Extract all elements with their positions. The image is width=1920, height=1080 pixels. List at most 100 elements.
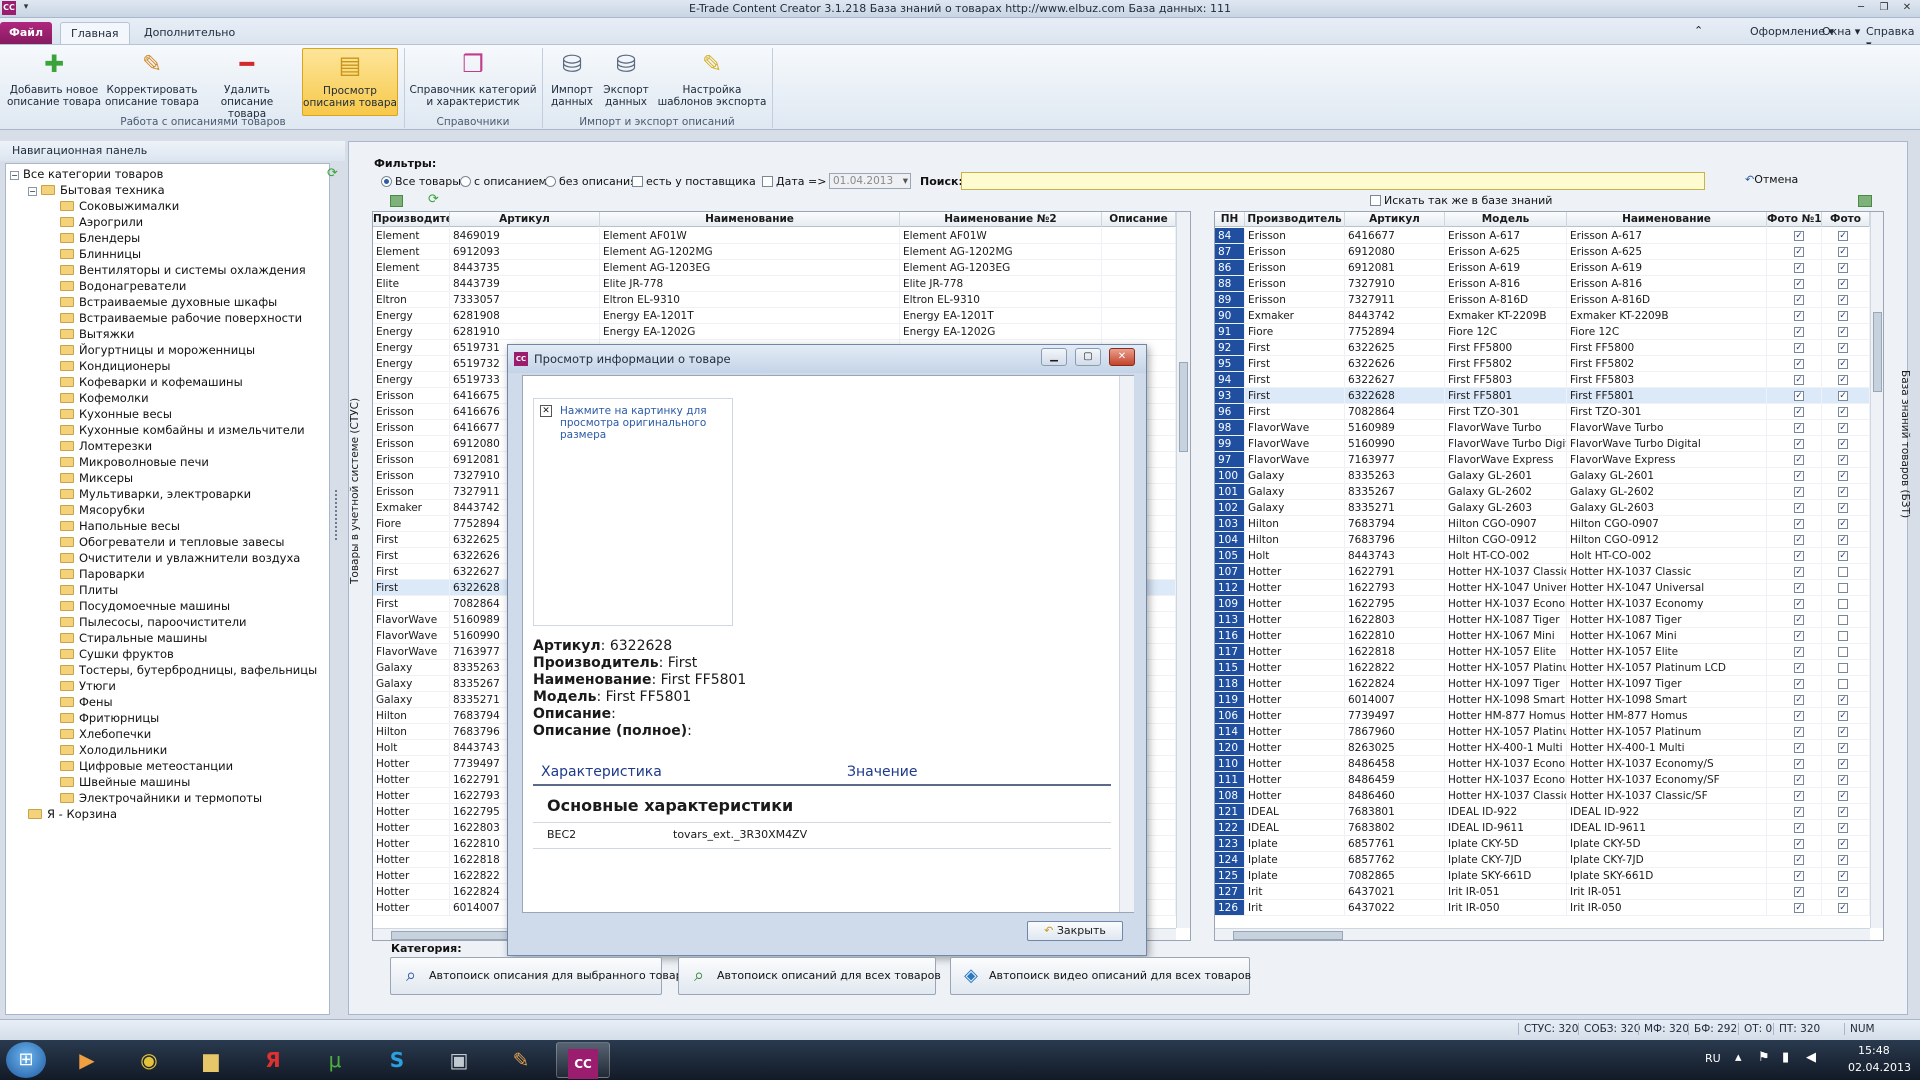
photo-checkbox[interactable]: ✓ — [1794, 231, 1804, 241]
table-row[interactable]: 96 First 7082864 First TZO-301 First TZO-301… — [1215, 404, 1870, 420]
table-row[interactable]: 86 Erisson 6912081 Erisson A-619 Erisson A-6… — [1215, 260, 1870, 276]
tree-category-item[interactable]: Обогреватели и тепловые завесы — [60, 534, 285, 550]
table-row[interactable]: 127 Irit 6437021 Irit IR-051 Irit IR-051 ✓ ✓ — [1215, 884, 1870, 900]
grid-refresh-icon[interactable]: ⟳ — [428, 192, 439, 207]
view-description-button[interactable]: ▤ Просмотр описания товара — [302, 48, 398, 116]
column-header[interactable]: Артикул — [450, 212, 600, 227]
tree-category-item[interactable]: Мультиварки, электроварки — [60, 486, 251, 502]
column-header[interactable]: Артикул — [1345, 212, 1445, 227]
column-header[interactable]: Производитель — [1245, 212, 1345, 227]
product-image[interactable]: ✕ Нажмите на картинку для просмотра ориг… — [533, 398, 733, 626]
restore-icon[interactable]: ❐ — [1873, 1, 1895, 15]
photo-checkbox[interactable]: ✓ — [1838, 503, 1848, 513]
table-row[interactable]: 109Hotter1622795Hotter HX-1037 EconomyHo… — [1215, 596, 1870, 612]
photo-checkbox[interactable] — [1838, 615, 1848, 625]
photo-checkbox[interactable]: ✓ — [1838, 775, 1848, 785]
image-hint-link[interactable]: Нажмите на картинку для просмотра оригин… — [560, 405, 725, 441]
kb-search-checkbox[interactable]: Искать так же в базе знаний — [1370, 194, 1552, 207]
tree-category-item[interactable]: Ломтерезки — [60, 438, 152, 454]
etrade-content-creator-icon[interactable]: CC — [556, 1042, 610, 1079]
tree-category-item[interactable]: Вытяжки — [60, 326, 134, 342]
table-row[interactable]: Element 6912093 Element AG-1202MG Element A… — [373, 244, 1176, 260]
photo-checkbox[interactable]: ✓ — [1794, 407, 1804, 417]
tree-category-item[interactable]: Цифровые метеостанции — [60, 758, 233, 774]
tree-category-item[interactable]: Водонагреватели — [60, 278, 186, 294]
skype-icon[interactable]: S — [370, 1042, 424, 1078]
photo-checkbox[interactable]: ✓ — [1794, 375, 1804, 385]
help-circle-icon[interactable]: ⌃ — [1694, 24, 1703, 37]
table-row[interactable]: 110Hotter8486458Hotter HX-1037 EconomyHo… — [1215, 756, 1870, 772]
column-header[interactable]: Производите — [373, 212, 450, 227]
photo-checkbox[interactable]: ✓ — [1794, 679, 1804, 689]
column-header[interactable]: Фото №1 — [1767, 212, 1822, 227]
tree-root-all-categories[interactable]: − Все категории товаров — [10, 166, 163, 182]
photo-checkbox[interactable] — [1838, 647, 1848, 657]
tree-category-item[interactable]: Кухонные весы — [60, 406, 172, 422]
photo-checkbox[interactable]: ✓ — [1838, 471, 1848, 481]
photo-checkbox[interactable]: ✓ — [1838, 519, 1848, 529]
table-row[interactable]: 99 FlavorWave 5160990 FlavorWave Turbo Digi… — [1215, 436, 1870, 452]
photo-checkbox[interactable]: ✓ — [1838, 855, 1848, 865]
photo-checkbox[interactable] — [1838, 663, 1848, 673]
expander-icon[interactable]: − — [10, 171, 19, 180]
tree-category-item[interactable]: Миксеры — [60, 470, 133, 486]
table-row[interactable]: Elite 8443739 Elite JR-778 Elite JR-778 — [373, 276, 1176, 292]
column-header[interactable]: Наименование — [1567, 212, 1767, 227]
photo-checkbox[interactable]: ✓ — [1838, 711, 1848, 721]
photo-checkbox[interactable]: ✓ — [1838, 887, 1848, 897]
photo-checkbox[interactable]: ✓ — [1794, 711, 1804, 721]
photo-checkbox[interactable] — [1838, 631, 1848, 641]
tree-trash[interactable]: Я - Корзина — [28, 806, 117, 822]
menu-windows[interactable]: Окна ▾ — [1822, 25, 1860, 38]
photo-checkbox[interactable]: ✓ — [1794, 759, 1804, 769]
photo-checkbox[interactable]: ✓ — [1838, 407, 1848, 417]
tray-arrow-icon[interactable]: ▴ — [1735, 1050, 1742, 1065]
tree-category-item[interactable]: Тостеры, бутербродницы, вафельницы — [60, 662, 317, 678]
scroll-thumb[interactable] — [1873, 312, 1882, 392]
photo-checkbox[interactable]: ✓ — [1838, 455, 1848, 465]
close-dialog-button[interactable]: ↶ Закрыть — [1027, 921, 1123, 941]
photo-checkbox[interactable]: ✓ — [1838, 839, 1848, 849]
tree-category-item[interactable]: Электрочайники и термопоты — [60, 790, 262, 806]
table-row[interactable]: 100 Galaxy 8335263 Galaxy GL-2601 Galaxy GL-… — [1215, 468, 1870, 484]
column-header[interactable]: Описание — [1102, 212, 1176, 227]
photo-checkbox[interactable]: ✓ — [1794, 279, 1804, 289]
dialog-close-icon[interactable]: ✕ — [1109, 348, 1135, 366]
table-row[interactable]: 113 Hotter 1622803 Hotter HX-1087 Tiger Hott… — [1215, 612, 1870, 628]
table-row[interactable]: 114 Hotter 7867960 Hotter HX-1057 Platinum H… — [1215, 724, 1870, 740]
photo-checkbox[interactable]: ✓ — [1838, 359, 1848, 369]
filter-with-desc-radio[interactable]: с описанием — [460, 175, 547, 188]
tree-category-item[interactable]: Фритюрницы — [60, 710, 159, 726]
photo-checkbox[interactable]: ✓ — [1838, 263, 1848, 273]
chrome-icon[interactable]: ◉ — [122, 1042, 176, 1078]
table-row[interactable]: 92 First 6322625 First FF5800 First FF5800 ✓ ✓ — [1215, 340, 1870, 356]
tree-category-item[interactable]: Пылесосы, пароочистители — [60, 614, 247, 630]
photo-checkbox[interactable] — [1838, 679, 1848, 689]
tree-category-item[interactable]: Мясорубки — [60, 502, 145, 518]
table-row[interactable]: 126 Irit 6437022 Irit IR-050 Irit IR-050 ✓ ✓ — [1215, 900, 1870, 916]
photo-checkbox[interactable]: ✓ — [1794, 807, 1804, 817]
volume-icon[interactable]: ◀ — [1806, 1050, 1816, 1065]
tree-category-item[interactable]: Аэрогрили — [60, 214, 143, 230]
table-row[interactable]: 105 Holt 8443743 Holt HT-CO-002 Holt HT-CO-0… — [1215, 548, 1870, 564]
table-row[interactable]: 95 First 6322626 First FF5802 First FF5802 ✓ ✓ — [1215, 356, 1870, 372]
tree-category-item[interactable]: Вентиляторы и системы охлаждения — [60, 262, 306, 278]
tree-category-item[interactable]: Сушки фруктов — [60, 646, 174, 662]
vertical-scrollbar[interactable] — [1176, 212, 1190, 928]
photo-checkbox[interactable]: ✓ — [1794, 743, 1804, 753]
photo-checkbox[interactable]: ✓ — [1794, 567, 1804, 577]
tree-category-item[interactable]: Напольные весы — [60, 518, 180, 534]
photo-checkbox[interactable]: ✓ — [1838, 823, 1848, 833]
flag-icon[interactable]: ⚑ — [1758, 1050, 1770, 1065]
tree-category-item[interactable]: Встраиваемые духовные шкафы — [60, 294, 277, 310]
photo-checkbox[interactable]: ✓ — [1838, 791, 1848, 801]
photo-checkbox[interactable]: ✓ — [1794, 631, 1804, 641]
photo-checkbox[interactable]: ✓ — [1794, 343, 1804, 353]
photo-checkbox[interactable]: ✓ — [1838, 327, 1848, 337]
photo-checkbox[interactable]: ✓ — [1838, 727, 1848, 737]
table-row[interactable]: 101 Galaxy 8335267 Galaxy GL-2602 Galaxy GL-… — [1215, 484, 1870, 500]
photo-checkbox[interactable]: ✓ — [1794, 551, 1804, 561]
table-row[interactable]: 123 Iplate 6857761 Iplate CKY-5D Iplate CKY-… — [1215, 836, 1870, 852]
photo-checkbox[interactable]: ✓ — [1794, 647, 1804, 657]
table-row[interactable]: 111Hotter8486459Hotter HX-1037 EconomyHo… — [1215, 772, 1870, 788]
